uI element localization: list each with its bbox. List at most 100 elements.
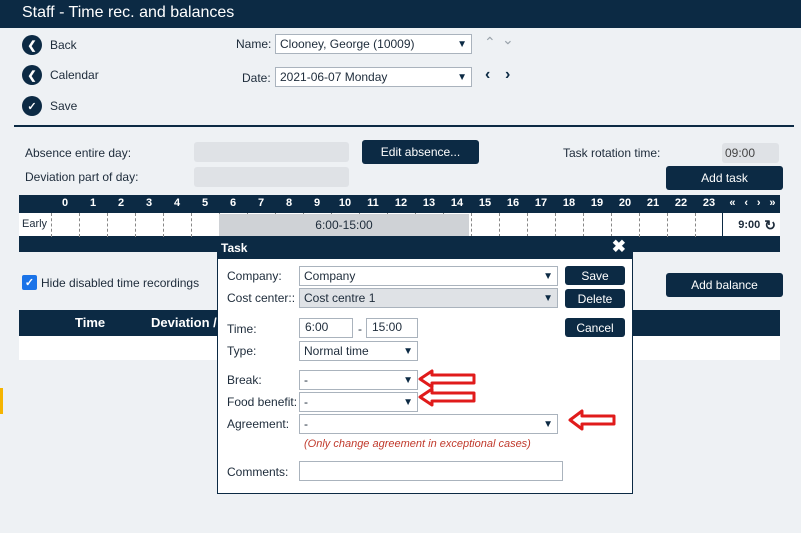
column-deviation[interactable]: Deviation /: [151, 315, 217, 330]
timeline-cell[interactable]: [527, 213, 555, 237]
name-value: Clooney, George (10009): [280, 37, 415, 51]
shift-bar[interactable]: 6:00-15:00: [219, 214, 469, 236]
company-select[interactable]: Company ▼: [299, 266, 558, 286]
timeline-hour-label: 5: [201, 197, 209, 209]
timeline-hour-label: 21: [646, 197, 660, 209]
timeline-cell[interactable]: [583, 213, 611, 237]
dialog-cancel-button[interactable]: Cancel: [565, 318, 625, 337]
back-icon: ❮: [22, 35, 42, 55]
food-benefit-select[interactable]: - ▼: [299, 392, 418, 412]
time-to-input[interactable]: 15:00: [366, 318, 418, 338]
timeline-hour-label: 14: [450, 197, 464, 209]
chevron-down-icon: ▼: [457, 38, 467, 50]
type-value: Normal time: [304, 344, 369, 358]
timeline-cell[interactable]: [51, 213, 79, 237]
chevron-right-icon[interactable]: ›: [505, 66, 510, 84]
chevron-down-icon: ▼: [403, 374, 413, 386]
time-from-input[interactable]: 6:00: [299, 318, 353, 338]
timeline-cell[interactable]: [499, 213, 527, 237]
timeline-cell[interactable]: [79, 213, 107, 237]
page-title: Staff - Time rec. and balances: [0, 0, 801, 28]
refresh-icon[interactable]: ↻: [764, 217, 776, 234]
calendar-label: Calendar: [50, 68, 99, 82]
timeline-cell[interactable]: [471, 213, 499, 237]
hide-disabled-label: Hide disabled time recordings: [41, 275, 200, 290]
chevron-down-icon: ▼: [543, 418, 553, 430]
time-now: 9:00 ↻: [722, 213, 780, 237]
timeline-cell[interactable]: [639, 213, 667, 237]
agreement-value: -: [304, 417, 308, 431]
timeline-nav[interactable]: « ‹ › »: [725, 197, 780, 209]
first-icon[interactable]: «: [729, 197, 735, 209]
name-select[interactable]: Clooney, George (10009) ▼: [275, 34, 472, 54]
add-task-button[interactable]: Add task: [666, 166, 783, 190]
timeline-hour-label: 0: [61, 197, 69, 209]
dialog-delete-button[interactable]: Delete: [565, 289, 625, 308]
chevron-down-icon: ▼: [403, 345, 413, 357]
chevron-left-icon[interactable]: ‹: [485, 66, 490, 84]
timeline-cell[interactable]: [163, 213, 191, 237]
timeline-cell[interactable]: [135, 213, 163, 237]
date-select[interactable]: 2021-06-07 Monday ▼: [275, 67, 472, 87]
calendar-button[interactable]: ❮ Calendar: [22, 64, 99, 86]
chevron-down-icon[interactable]: ⌃: [502, 30, 514, 47]
prev-icon[interactable]: ‹: [744, 197, 748, 209]
next-icon[interactable]: ›: [757, 197, 761, 209]
add-balance-button[interactable]: Add balance: [666, 273, 783, 297]
timeline-hour-label: 8: [285, 197, 293, 209]
name-label: Name:: [236, 37, 272, 51]
save-label: Save: [50, 99, 78, 113]
timeline-hour-label: 17: [534, 197, 548, 209]
timeline-cell[interactable]: [695, 213, 723, 237]
back-button[interactable]: ❮ Back: [22, 34, 77, 56]
timeline-hour-label: 6: [229, 197, 237, 209]
back-label: Back: [50, 38, 77, 52]
type-label: Type:: [227, 344, 257, 358]
timeline-hour-label: 19: [590, 197, 604, 209]
deviation-field[interactable]: [194, 167, 349, 187]
type-select[interactable]: Normal time ▼: [299, 341, 418, 361]
timeline-cell[interactable]: [667, 213, 695, 237]
chevron-down-icon: ▼: [543, 292, 553, 304]
timeline-hour-label: 11: [367, 197, 379, 209]
shift-label: 6:00-15:00: [315, 218, 373, 232]
timeline-hour-label: 10: [338, 197, 352, 209]
agreement-select[interactable]: - ▼: [299, 414, 558, 434]
timeline-hour-label: 9: [313, 197, 321, 209]
chevron-up-icon[interactable]: ⌃: [484, 34, 496, 51]
break-label: Break:: [227, 373, 262, 387]
absence-entire-day-field[interactable]: [194, 142, 349, 162]
edge-marker: [0, 388, 3, 414]
timeline-cell[interactable]: [555, 213, 583, 237]
hide-disabled-toggle[interactable]: ✓ Hide disabled time recordings: [22, 275, 199, 290]
timeline-cell[interactable]: [107, 213, 135, 237]
break-select[interactable]: - ▼: [299, 370, 418, 390]
timeline-hour-label: 3: [145, 197, 153, 209]
timeline-hour-label: 7: [257, 197, 265, 209]
task-rotation-label: Task rotation time:: [563, 146, 661, 160]
timeline-cell[interactable]: [611, 213, 639, 237]
edit-absence-button[interactable]: Edit absence...: [362, 140, 479, 164]
dialog-save-button[interactable]: Save: [565, 266, 625, 285]
cost-center-label: Cost center::: [227, 291, 296, 305]
save-button[interactable]: ✓ Save: [22, 95, 77, 117]
date-value: 2021-06-07 Monday: [280, 70, 388, 84]
company-value: Company: [304, 269, 356, 283]
timeline-hour-label: 2: [117, 197, 125, 209]
task-rotation-field[interactable]: 09:00: [722, 143, 779, 163]
column-time[interactable]: Time: [75, 315, 105, 330]
timeline-hour-label: 18: [562, 197, 576, 209]
comments-input[interactable]: [299, 461, 563, 481]
date-label: Date:: [242, 71, 271, 85]
last-icon[interactable]: »: [769, 197, 775, 209]
timeline-row-label: Early: [22, 218, 48, 230]
absence-entire-day-label: Absence entire day:: [25, 146, 132, 160]
timeline-hour-label: 15: [478, 197, 492, 209]
timeline-hour-label: 4: [173, 197, 181, 209]
time-separator: -: [358, 322, 362, 336]
close-icon[interactable]: ✖: [612, 237, 626, 257]
timeline-cell[interactable]: [191, 213, 219, 237]
agreement-label: Agreement:: [227, 417, 290, 431]
checkbox-icon[interactable]: ✓: [22, 275, 37, 290]
cost-center-select[interactable]: Cost centre 1 ▼: [299, 288, 558, 308]
